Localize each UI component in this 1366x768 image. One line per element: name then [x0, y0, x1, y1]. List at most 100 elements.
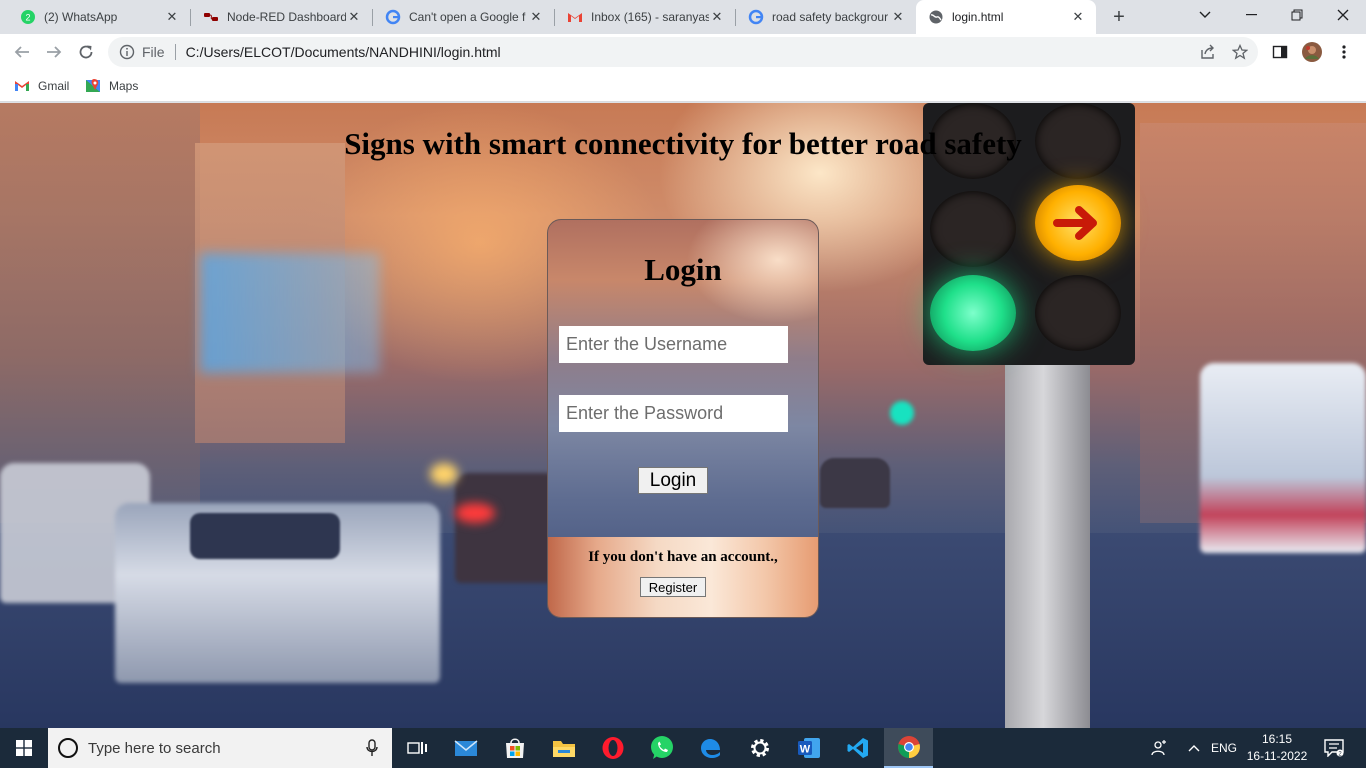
car-window — [190, 513, 340, 559]
tab-title: (2) WhatsApp — [44, 10, 118, 24]
svg-text:2: 2 — [25, 13, 30, 23]
cyan-signal-light — [890, 401, 914, 425]
head-light — [430, 463, 458, 485]
edge-browser-icon[interactable] — [686, 728, 735, 768]
cortana-icon — [58, 738, 78, 758]
language-indicator[interactable]: ENG — [1208, 728, 1240, 768]
blurred-billboard — [200, 253, 380, 373]
tab-google-search[interactable]: road safety backgrour ✕ — [736, 0, 916, 34]
node-red-icon — [203, 9, 219, 25]
url-text[interactable]: C:/Users/ELCOT/Documents/NANDHINI/login.… — [186, 44, 501, 60]
close-icon[interactable]: ✕ — [164, 9, 180, 25]
minimize-icon[interactable] — [1228, 0, 1274, 30]
svg-text:W: W — [799, 744, 810, 756]
login-title: Login — [644, 252, 722, 287]
background-bus — [1200, 363, 1366, 553]
microphone-icon[interactable] — [366, 739, 378, 757]
mail-app-icon[interactable] — [441, 728, 490, 768]
notification-center-icon[interactable]: 2 — [1318, 728, 1350, 768]
people-icon[interactable] — [1145, 728, 1171, 768]
tab-title: Node-RED Dashboard — [227, 10, 346, 24]
info-icon[interactable] — [118, 43, 136, 61]
traffic-lamp-off — [930, 191, 1016, 267]
tab-whatsapp[interactable]: 2 (2) WhatsApp ✕ — [8, 0, 190, 34]
maps-icon — [85, 78, 101, 94]
task-view-icon[interactable] — [392, 728, 441, 768]
kebab-menu-icon[interactable] — [1334, 42, 1354, 62]
forward-arrow-icon[interactable] — [42, 40, 66, 64]
tab-title: Inbox (165) - saranyas — [591, 10, 709, 24]
profile-avatar[interactable] — [1302, 42, 1322, 62]
taskbar-search[interactable]: Type here to search — [48, 728, 392, 768]
tab-title: road safety backgrour — [772, 10, 889, 24]
username-input[interactable] — [559, 326, 788, 363]
traffic-light-pole — [1005, 353, 1090, 728]
opera-browser-icon[interactable] — [588, 728, 637, 768]
page-title: Signs with smart connectivity for better… — [344, 126, 1022, 161]
address-bar[interactable]: File C:/Users/ELCOT/Documents/NANDHINI/l… — [108, 37, 1258, 67]
amber-arrow-lamp — [1035, 185, 1121, 261]
clock-date: 16-11-2022 — [1246, 749, 1308, 763]
register-button[interactable]: Register — [640, 577, 706, 597]
google-icon — [385, 9, 401, 25]
google-icon — [748, 9, 764, 25]
close-icon[interactable]: ✕ — [709, 9, 725, 25]
background-building — [0, 103, 200, 523]
back-arrow-icon[interactable] — [10, 40, 34, 64]
login-button[interactable]: Login — [638, 467, 708, 494]
bookmark-label: Maps — [109, 79, 139, 93]
close-icon[interactable]: ✕ — [346, 9, 362, 25]
close-icon[interactable]: ✕ — [890, 9, 906, 25]
windows-start-icon[interactable] — [0, 728, 48, 768]
tab-search-chevron-icon[interactable] — [1182, 0, 1228, 30]
tab-title: Can't open a Google f — [409, 10, 526, 24]
page-viewport: Signs with smart connectivity for better… — [0, 103, 1366, 728]
side-panel-icon[interactable] — [1270, 42, 1290, 62]
clock-time: 16:15 — [1261, 732, 1293, 746]
word-app-icon[interactable]: W — [784, 728, 833, 768]
reload-icon[interactable] — [74, 40, 98, 64]
whatsapp-icon: 2 — [20, 9, 36, 25]
tab-strip: 2 (2) WhatsApp ✕ Node-RED Dashboard ✕ Ca… — [0, 0, 1366, 34]
globe-icon — [928, 9, 944, 25]
close-window-icon[interactable] — [1320, 0, 1366, 30]
bookmark-star-icon[interactable] — [1230, 42, 1250, 62]
system-clock[interactable]: 16:15 16-11-2022 — [1246, 731, 1308, 765]
taskbar-search-placeholder: Type here to search — [88, 739, 221, 757]
windows-taskbar: Type here to search W ENG 16:15 16-11-20… — [0, 728, 1366, 768]
traffic-lamp-off — [1035, 275, 1121, 351]
tab-node-red[interactable]: Node-RED Dashboard ✕ — [191, 0, 372, 34]
restore-icon[interactable] — [1274, 0, 1320, 30]
bookmarks-bar: Gmail Maps — [0, 70, 1366, 102]
browser-toolbar: File C:/Users/ELCOT/Documents/NANDHINI/l… — [0, 34, 1366, 70]
share-icon[interactable] — [1198, 42, 1218, 62]
settings-gear-icon[interactable] — [735, 728, 784, 768]
close-icon[interactable]: ✕ — [528, 9, 544, 25]
chrome-app-icon[interactable] — [884, 728, 933, 768]
password-input[interactable] — [559, 395, 788, 432]
gmail-icon — [567, 9, 583, 25]
new-tab-button[interactable]: + — [1107, 5, 1131, 29]
scheme-label: File — [142, 44, 165, 60]
file-explorer-icon[interactable] — [539, 728, 588, 768]
green-lamp — [930, 275, 1016, 351]
microsoft-store-icon[interactable] — [490, 728, 539, 768]
bookmark-maps[interactable]: Maps — [85, 76, 138, 96]
tab-title: login.html — [952, 10, 1004, 24]
omnibox-divider — [174, 44, 176, 60]
tab-google-help[interactable]: Can't open a Google f ✕ — [373, 0, 554, 34]
register-prompt: If you don't have an account., — [588, 549, 778, 565]
right-arrow-icon — [1053, 206, 1097, 240]
vscode-app-icon[interactable] — [833, 728, 882, 768]
whatsapp-app-icon[interactable] — [637, 728, 686, 768]
background-car — [820, 458, 890, 508]
bookmark-gmail[interactable]: Gmail — [14, 76, 69, 96]
tab-login-html[interactable]: login.html ✕ — [916, 0, 1096, 34]
close-icon[interactable]: ✕ — [1070, 9, 1086, 25]
chevron-up-icon[interactable] — [1182, 728, 1206, 768]
background-car — [455, 473, 560, 583]
login-card: Login Login If you don't have an account… — [547, 219, 819, 618]
bookmark-label: Gmail — [38, 79, 70, 93]
tail-light — [455, 503, 495, 523]
tab-gmail-inbox[interactable]: Inbox (165) - saranyas ✕ — [555, 0, 735, 34]
